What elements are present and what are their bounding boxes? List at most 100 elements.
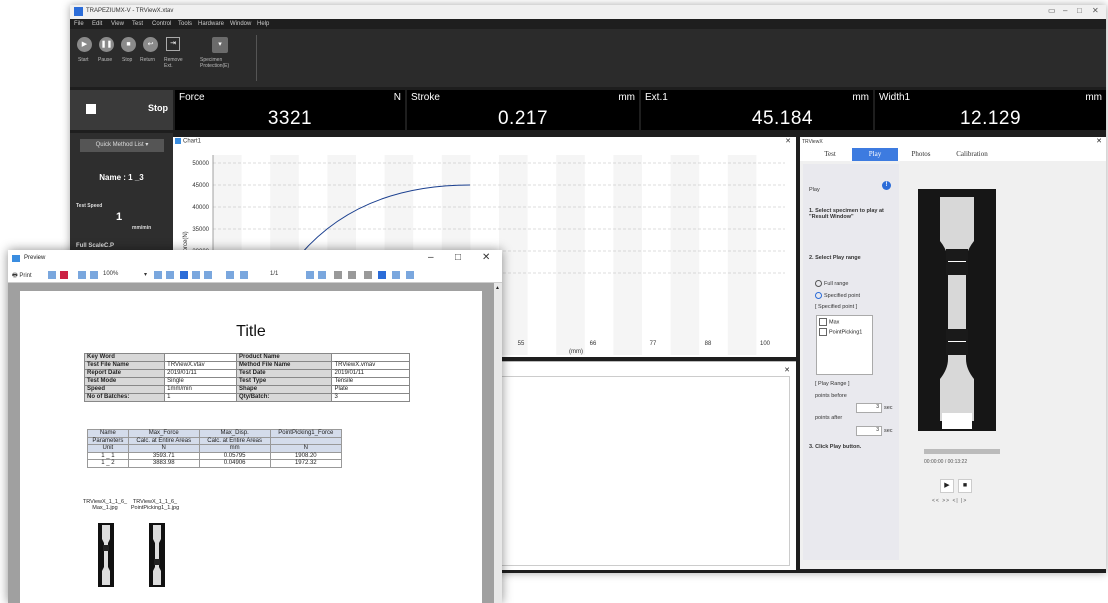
mail-icon[interactable] bbox=[406, 271, 414, 279]
info-row: Key Word Product Name bbox=[83, 353, 410, 362]
print-button[interactable]: 🖶 Print bbox=[12, 271, 32, 281]
prev-page-icon[interactable] bbox=[240, 271, 248, 279]
last-page-icon[interactable] bbox=[318, 271, 326, 279]
multi-page-icon[interactable] bbox=[204, 271, 212, 279]
preview-window: Preview – □ ✕ 🖶 Print 100% ▾ 1/1 Title K… bbox=[8, 250, 502, 603]
minimize-icon[interactable]: – bbox=[428, 252, 434, 263]
zoom-out-icon[interactable] bbox=[90, 271, 98, 279]
result-panel-close-icon[interactable]: ✕ bbox=[784, 366, 790, 374]
menu-tools[interactable]: Tools bbox=[178, 21, 192, 27]
info-value: 3 bbox=[331, 393, 410, 402]
preview-title-bar: Preview – □ ✕ bbox=[8, 250, 502, 268]
frame-step-controls[interactable]: << >> <| |> bbox=[932, 498, 967, 504]
specimen-name: Name : 1 _3 bbox=[99, 173, 144, 182]
specified-point-list[interactable]: Max PointPicking1 bbox=[816, 315, 873, 375]
menu-help[interactable]: Help bbox=[257, 21, 269, 27]
pause-button[interactable]: ❚❚ bbox=[99, 37, 114, 52]
close-icon[interactable]: ✕ bbox=[1092, 6, 1099, 15]
stroke-label: Stroke bbox=[411, 92, 440, 103]
zoom-level[interactable]: 100% bbox=[103, 271, 118, 277]
info-value: TRViewX.vmav bbox=[331, 361, 410, 370]
list-item-pointpicking1[interactable]: PointPicking1 bbox=[819, 328, 862, 336]
list-item-max[interactable]: Max bbox=[819, 318, 839, 326]
full-range-radio[interactable]: Full range bbox=[815, 280, 848, 287]
results-header-cell: N bbox=[269, 444, 343, 453]
tab-calibration[interactable]: Calibration bbox=[944, 148, 1000, 161]
points-after-label: points after bbox=[815, 415, 843, 421]
copy-icon[interactable] bbox=[48, 271, 56, 279]
stroke-value: 0.217 bbox=[497, 108, 549, 129]
menu-view[interactable]: View bbox=[111, 21, 124, 27]
menu-hardware[interactable]: Hardware bbox=[198, 21, 224, 27]
info-icon[interactable]: ! bbox=[882, 181, 891, 190]
info-key: No of Batches: bbox=[83, 393, 166, 402]
maximize-icon[interactable]: □ bbox=[455, 252, 461, 263]
menu-window[interactable]: Window bbox=[230, 21, 251, 27]
tab-photos[interactable]: Photos bbox=[900, 148, 942, 161]
y-tick-label: 40000 bbox=[192, 205, 209, 211]
x-axis-label: (mm) bbox=[569, 349, 583, 355]
first-page-icon[interactable] bbox=[226, 271, 234, 279]
results-header-cell: Unit bbox=[87, 444, 129, 453]
close-icon[interactable]: ✕ bbox=[482, 252, 490, 263]
tab-play[interactable]: Play bbox=[852, 148, 898, 161]
remove-ext-button[interactable]: ⇥ bbox=[166, 37, 180, 51]
info-row: No of Batches: 1 Qty/Batch: 3 bbox=[83, 393, 410, 402]
x-tick-label: 88 bbox=[705, 341, 712, 347]
menu-file[interactable]: File bbox=[74, 21, 84, 27]
menu-edit[interactable]: Edit bbox=[92, 21, 102, 27]
export-icon[interactable] bbox=[60, 271, 68, 279]
info-key: Product Name bbox=[236, 353, 333, 362]
info-row: Test File Name TRViewX.vtav Method File Na… bbox=[83, 361, 410, 370]
zoom-in-icon[interactable] bbox=[78, 271, 86, 279]
start-button[interactable]: ▶ bbox=[77, 37, 92, 52]
scroll-up-icon[interactable]: ▲ bbox=[495, 285, 500, 291]
refresh-icon[interactable] bbox=[364, 271, 372, 279]
y-tick-label: 50000 bbox=[192, 161, 209, 167]
playback-progress-bar[interactable] bbox=[924, 449, 1000, 454]
next-page-icon[interactable] bbox=[306, 271, 314, 279]
results-header-cell bbox=[269, 436, 343, 445]
vertical-scrollbar[interactable]: ▲ bbox=[494, 283, 502, 603]
force-unit: N bbox=[393, 92, 401, 103]
results-cell: 3593.71 bbox=[127, 451, 200, 460]
settings-icon[interactable] bbox=[378, 271, 386, 279]
play-button[interactable]: ▶ bbox=[940, 479, 954, 493]
maximize-icon[interactable]: □ bbox=[1077, 6, 1082, 15]
rotate-right-icon[interactable] bbox=[348, 271, 356, 279]
chart-close-icon[interactable]: ✕ bbox=[785, 137, 791, 145]
return-button[interactable]: ↩ bbox=[143, 37, 158, 52]
specified-point-label: Specified point bbox=[824, 292, 861, 299]
ribbon-toolbar: ▶ Start ❚❚ Pause ■ Stop ↩ Return ⇥ Remov… bbox=[70, 29, 1106, 87]
fit-page-icon[interactable] bbox=[166, 271, 174, 279]
points-before-input[interactable]: 3 bbox=[856, 403, 882, 413]
stop-button[interactable]: ■ bbox=[121, 37, 136, 52]
quick-method-list-dropdown[interactable]: Quick Method List ▾ bbox=[80, 139, 164, 152]
tab-test[interactable]: Test bbox=[808, 148, 852, 161]
rotate-left-icon[interactable] bbox=[334, 271, 342, 279]
fit-width-icon[interactable] bbox=[154, 271, 162, 279]
menu-bar: File Edit View Test Control Tools Hardwa… bbox=[70, 19, 1106, 29]
info-value: Plate bbox=[331, 385, 410, 394]
two-page-icon[interactable] bbox=[192, 271, 200, 279]
info-value: 2019/01/11 bbox=[164, 369, 238, 378]
zoom-dropdown-icon[interactable]: ▾ bbox=[144, 271, 147, 278]
menu-test[interactable]: Test bbox=[132, 21, 143, 27]
trviewx-close-icon[interactable]: ✕ bbox=[1096, 137, 1102, 145]
specimen-protection-button[interactable]: ▾ bbox=[212, 37, 228, 53]
specified-point-radio[interactable]: Specified point bbox=[815, 292, 860, 299]
points-after-input[interactable]: 3 bbox=[856, 426, 882, 436]
results-cell: 0.05795 bbox=[198, 451, 271, 460]
stop-icon: ■ bbox=[126, 41, 131, 48]
single-page-icon[interactable] bbox=[180, 271, 188, 279]
stop-playback-button[interactable]: ■ bbox=[958, 479, 972, 493]
restore-icon[interactable]: ▭ bbox=[1048, 6, 1056, 15]
info-key: Report Date bbox=[83, 369, 166, 378]
width1-unit: mm bbox=[1085, 92, 1102, 103]
menu-control[interactable]: Control bbox=[152, 21, 171, 27]
send-icon[interactable] bbox=[392, 271, 400, 279]
play-heading: Play bbox=[809, 187, 820, 193]
results-row: 1 _ 1 3593.71 0.05795 1908.20 bbox=[87, 451, 343, 460]
force-value: 3321 bbox=[267, 108, 313, 129]
minimize-icon[interactable]: – bbox=[1063, 6, 1067, 15]
